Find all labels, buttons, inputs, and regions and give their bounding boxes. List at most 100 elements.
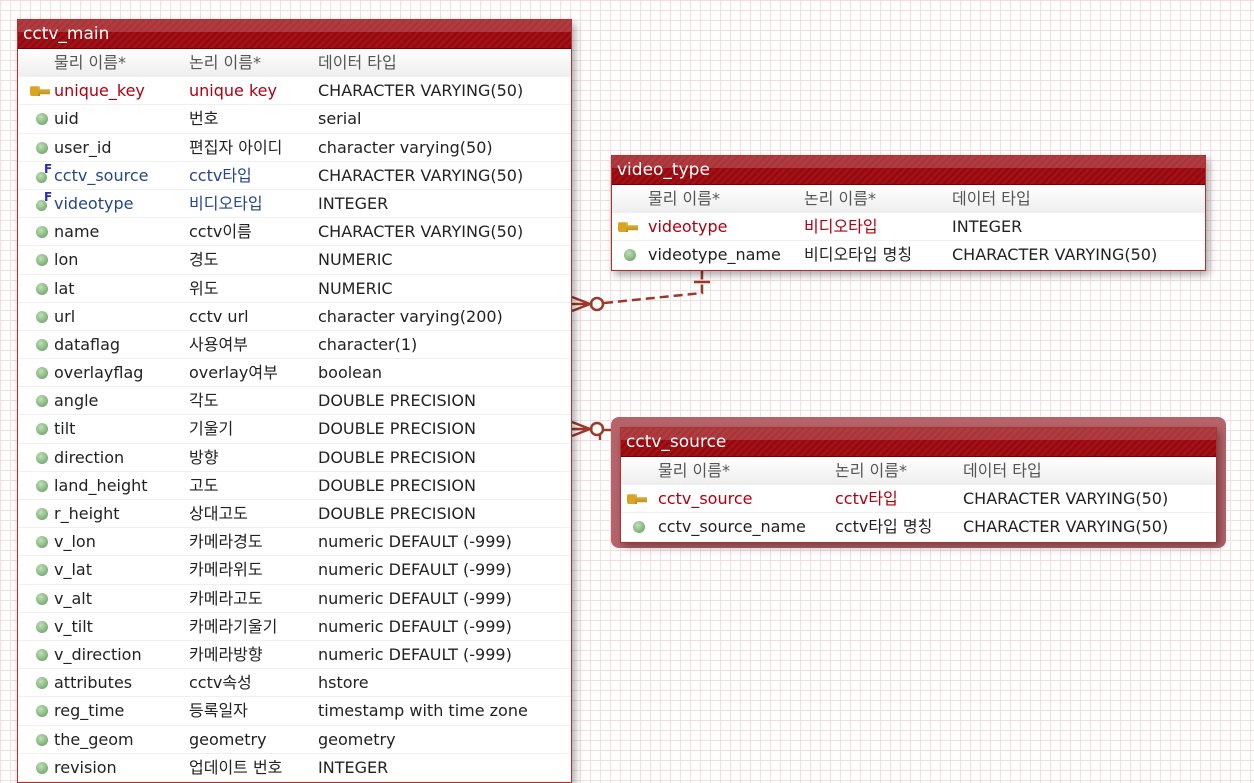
physical-name: lat	[54, 278, 75, 298]
physical-name: v_lat	[54, 560, 92, 580]
data-type: NUMERIC	[318, 250, 393, 270]
table-row[interactable]: user_id 편집자 아이디 character varying(50)	[18, 134, 571, 162]
table-row[interactable]: v_alt 카메라고도 numeric DEFAULT (-999)	[18, 585, 571, 613]
table-row[interactable]: r_height 상대고도 DOUBLE PRECISION	[18, 500, 571, 529]
physical-name: r_height	[54, 504, 120, 523]
logical-name: cctv url	[189, 306, 249, 326]
physical-name: v_lon	[54, 532, 96, 552]
table-row[interactable]: videotype_name 비디오타입 명칭 CHARACTER VARYING(…	[612, 241, 1205, 270]
data-type: CHARACTER VARYING(50)	[963, 517, 1169, 537]
column-header: 물리 이름*	[54, 53, 126, 72]
physical-name: land_height	[54, 475, 148, 495]
physical-name: lon	[54, 250, 79, 270]
column-header: 물리 이름*	[648, 189, 720, 208]
column-icon	[36, 282, 48, 295]
column-icon	[36, 479, 48, 492]
table-row[interactable]: dataflag 사용여부 character(1)	[18, 331, 571, 360]
data-type: CHARACTER VARYING(50)	[318, 222, 524, 242]
physical-name: angle	[54, 391, 99, 411]
table-row[interactable]: name cctv이름 CHARACTER VARYING(50)	[18, 218, 571, 247]
table-row[interactable]: unique_key unique key CHARACTER VARYING(50…	[18, 77, 571, 106]
table-row[interactable]: url cctv url character varying(200)	[18, 303, 571, 331]
table-row[interactable]: direction 방향 DOUBLE PRECISION	[18, 444, 571, 472]
data-type: boolean	[318, 363, 382, 383]
table-video-type[interactable]: video_type 물리 이름* 논리 이름* 데이터 타입 videotype 비디오…	[611, 155, 1206, 271]
data-type: numeric DEFAULT (-999)	[318, 616, 512, 636]
logical-name: 각도	[189, 391, 219, 411]
logical-name: 비디오타입	[189, 193, 263, 213]
column-icon	[36, 451, 48, 464]
data-type: DOUBLE PRECISION	[318, 475, 476, 495]
logical-name: overlay여부	[189, 363, 278, 383]
data-type: INTEGER	[318, 193, 389, 213]
logical-name: 기울기	[189, 419, 234, 439]
physical-name: attributes	[54, 673, 133, 693]
table-row[interactable]: v_tilt 카메라기울기 numeric DEFAULT (-999)	[18, 613, 571, 641]
logical-name: cctv이름	[189, 222, 252, 242]
table-title: cctv_main	[18, 20, 571, 49]
table-row[interactable]: v_direction 카메라방향 numeric DEFAULT (-999)	[18, 641, 571, 670]
table-row[interactable]: videotype 비디오타입 INTEGER	[612, 213, 1205, 242]
physical-name: uid	[54, 109, 79, 129]
physical-name: v_alt	[54, 588, 92, 608]
logical-name: 고도	[189, 475, 219, 495]
data-type: CHARACTER VARYING(50)	[318, 165, 524, 185]
column-header-row: 물리 이름* 논리 이름* 데이터 타입	[612, 185, 1205, 214]
logical-name: 카메라고도	[189, 588, 263, 608]
column-icon	[36, 423, 48, 436]
table-row[interactable]: lat 위도 NUMERIC	[18, 275, 571, 303]
table-row[interactable]: cctv_source cctv타입 CHARACTER VARYING(50)	[621, 485, 1216, 514]
logical-name: 방향	[189, 447, 219, 467]
physical-name: cctv_source	[658, 489, 753, 509]
table-title: cctv_source	[621, 428, 1216, 457]
column-icon	[633, 521, 645, 534]
physical-name: cctv_source	[54, 165, 149, 185]
column-icon	[36, 733, 48, 746]
physical-name: unique_key	[54, 81, 145, 101]
physical-name: overlayflag	[54, 363, 144, 383]
data-type: CHARACTER VARYING(50)	[952, 245, 1158, 265]
table-row[interactable]: uid 번호 serial	[18, 105, 571, 134]
logical-name: 등록일자	[189, 701, 248, 721]
logical-name: 카메라위도	[189, 560, 263, 580]
column-icon	[36, 310, 48, 323]
table-row[interactable]: the_geom geometry geometry	[18, 726, 571, 754]
primary-key-icon	[30, 86, 50, 97]
table-row[interactable]: revision 업데이트 번호 INTEGER	[18, 754, 571, 782]
logical-name: 위도	[189, 278, 219, 298]
foreign-key-icon	[36, 190, 52, 211]
data-type: CHARACTER VARYING(50)	[318, 81, 524, 101]
physical-name: v_tilt	[54, 616, 93, 636]
data-type: DOUBLE PRECISION	[318, 419, 476, 439]
data-type: DOUBLE PRECISION	[318, 447, 476, 467]
table-cctv-source[interactable]: cctv_source 물리 이름* 논리 이름* 데이터 타입 cctv_source…	[620, 427, 1217, 543]
table-row[interactable]: v_lon 카메라경도 numeric DEFAULT (-999)	[18, 528, 571, 557]
physical-name: user_id	[54, 137, 112, 157]
table-row[interactable]: overlayflag overlay여부 boolean	[18, 359, 571, 388]
data-type: NUMERIC	[318, 278, 393, 298]
table-row[interactable]: cctv_source cctv타입 CHARACTER VARYING(50)	[18, 162, 571, 190]
table-row[interactable]: v_lat 카메라위도 numeric DEFAULT (-999)	[18, 556, 571, 585]
data-type: numeric DEFAULT (-999)	[318, 560, 512, 580]
column-header: 데이터 타입	[318, 53, 397, 72]
physical-name: cctv_source_name	[658, 517, 806, 537]
physical-name: name	[54, 222, 100, 242]
table-row[interactable]: videotype 비디오타입 INTEGER	[18, 190, 571, 219]
table-row[interactable]: tilt 기울기 DOUBLE PRECISION	[18, 415, 571, 444]
table-row[interactable]: reg_time 등록일자 timestamp with time zone	[18, 697, 571, 726]
logical-name: 번호	[189, 109, 219, 129]
table-row[interactable]: land_height 고도 DOUBLE PRECISION	[18, 472, 571, 500]
logical-name: cctv속성	[189, 673, 252, 693]
physical-name: tilt	[54, 419, 76, 439]
column-icon	[36, 338, 48, 351]
logical-name: cctv타입 명칭	[835, 517, 933, 537]
logical-name: 비디오타입	[804, 217, 878, 237]
table-row[interactable]: attributes cctv속성 hstore	[18, 669, 571, 698]
table-cctv-main[interactable]: cctv_main 물리 이름* 논리 이름* 데이터 타입 unique_key uni…	[17, 19, 572, 783]
data-type: geometry	[318, 729, 396, 749]
table-row[interactable]: cctv_source_name cctv타입 명칭 CHARACTER VARYI…	[621, 513, 1216, 542]
column-icon	[36, 705, 48, 718]
table-row[interactable]: lon 경도 NUMERIC	[18, 246, 571, 275]
table-row[interactable]: angle 각도 DOUBLE PRECISION	[18, 387, 571, 416]
column-header: 논리 이름*	[835, 461, 907, 480]
